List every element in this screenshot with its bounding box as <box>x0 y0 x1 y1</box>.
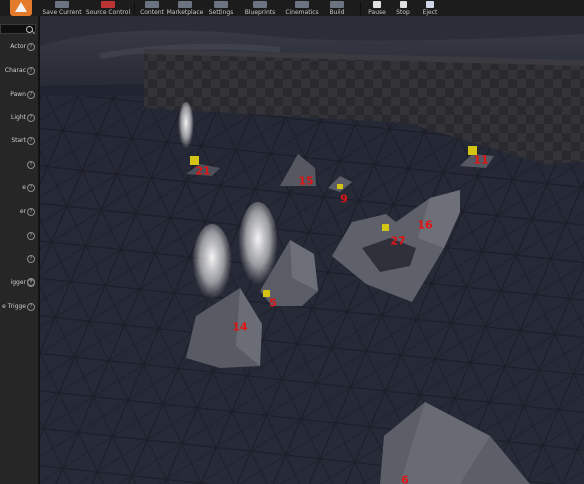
save-current-button[interactable]: Save Current <box>42 0 82 16</box>
class-item-8[interactable]: er? <box>0 206 38 218</box>
source-control-label: Source Control <box>85 9 131 16</box>
marketplace-button[interactable]: Marketplace <box>166 0 204 16</box>
class-item-label: Charac <box>4 67 26 74</box>
settings-button[interactable]: Settings <box>206 0 236 16</box>
cinematics-button[interactable]: Cinematics <box>284 0 320 16</box>
class-item-9[interactable]: ? <box>0 230 38 242</box>
class-item-trigger[interactable]: igger? <box>0 277 38 289</box>
save-current-label: Save Current <box>42 9 82 16</box>
actor-label-5[interactable]: 5 <box>269 297 277 310</box>
settings-icon <box>214 1 228 8</box>
class-item-actor[interactable]: Actor? <box>0 41 38 53</box>
build-icon <box>330 1 344 8</box>
pause-label: Pause <box>368 9 386 16</box>
actor-label-16[interactable]: 16 <box>417 219 432 232</box>
blueprints-label: Blueprints <box>244 9 276 16</box>
actor-label-15[interactable]: 15 <box>298 175 313 188</box>
help-icon[interactable]: ? <box>27 184 35 192</box>
class-item-label: e Trigge <box>2 303 26 310</box>
help-icon[interactable]: ? <box>27 137 35 145</box>
class-item-light[interactable]: Light? <box>0 112 38 124</box>
viewport-scene <box>40 16 584 484</box>
toolbar-divider <box>360 2 361 15</box>
actor-label-21[interactable]: 21 <box>195 165 210 178</box>
class-item-label: Light <box>11 114 26 121</box>
class-item-label: e <box>22 184 26 191</box>
eject-button[interactable]: Eject <box>420 0 440 16</box>
pause-icon <box>373 1 381 8</box>
toolbar-divider <box>134 2 135 15</box>
unreal-logo-button[interactable] <box>10 0 32 16</box>
help-icon[interactable]: ? <box>27 255 35 263</box>
help-icon[interactable]: ? <box>27 91 35 99</box>
class-item-pawn[interactable]: Pawn? <box>0 89 38 101</box>
help-icon[interactable]: ? <box>27 208 35 216</box>
class-item-player-start[interactable]: Start? <box>0 135 38 147</box>
class-item-sphere-trigger[interactable]: e Trigge? <box>0 301 38 313</box>
content-icon <box>145 1 159 8</box>
blueprints-button[interactable]: Blueprints <box>244 0 276 16</box>
content-label: Content <box>140 9 164 16</box>
stop-button[interactable]: Stop <box>393 0 413 16</box>
cinematics-icon <box>295 1 309 8</box>
class-item-label: igger <box>10 279 26 286</box>
help-icon[interactable]: ? <box>27 303 35 311</box>
eject-label: Eject <box>422 9 438 16</box>
help-icon[interactable]: ? <box>27 67 35 75</box>
help-icon[interactable]: ? <box>27 114 35 122</box>
main-toolbar: Save Current Source Control Content Mark… <box>0 0 584 17</box>
actor-label-27[interactable]: 27 <box>390 235 405 248</box>
build-button[interactable]: Build <box>326 0 348 16</box>
save-icon <box>55 1 69 8</box>
class-item-label: er <box>19 208 26 215</box>
stop-icon <box>399 1 407 8</box>
blueprints-icon <box>253 1 267 8</box>
search-icon <box>26 26 33 33</box>
marketplace-icon <box>178 1 192 8</box>
level-viewport[interactable]: 21 15 9 11 16 27 5 14 6 <box>40 16 584 484</box>
marketplace-label: Marketplace <box>166 9 204 16</box>
stop-label: Stop <box>396 9 410 16</box>
actor-label-6[interactable]: 6 <box>401 474 409 484</box>
class-item-7[interactable]: e? <box>0 182 38 194</box>
place-actors-panel: Actor? Charac? Pawn? Light? Start? ? e? … <box>0 16 40 484</box>
cinematics-label: Cinematics <box>285 9 319 16</box>
content-button[interactable]: Content <box>139 0 165 16</box>
logo-icon <box>15 2 27 12</box>
class-item-10[interactable]: ? <box>0 253 38 265</box>
help-icon[interactable]: ? <box>27 161 35 169</box>
actor-label-14[interactable]: 14 <box>232 321 247 334</box>
help-icon[interactable]: ? <box>27 279 35 287</box>
eject-icon <box>426 1 434 8</box>
settings-label: Settings <box>208 9 234 16</box>
pause-button[interactable]: Pause <box>366 0 388 16</box>
search-input[interactable] <box>0 24 36 34</box>
class-item-label: Start <box>11 137 26 144</box>
class-item-6[interactable]: ? <box>0 159 38 171</box>
build-label: Build <box>329 9 345 16</box>
source-control-icon <box>101 1 115 8</box>
help-icon[interactable]: ? <box>27 232 35 240</box>
actor-label-9[interactable]: 9 <box>340 193 348 206</box>
class-item-label: Actor <box>10 43 26 50</box>
actor-label-11[interactable]: 11 <box>473 154 488 167</box>
class-item-character[interactable]: Charac? <box>0 65 38 77</box>
class-item-label: Pawn <box>10 91 26 98</box>
source-control-button[interactable]: Source Control <box>86 0 130 16</box>
help-icon[interactable]: ? <box>27 43 35 51</box>
